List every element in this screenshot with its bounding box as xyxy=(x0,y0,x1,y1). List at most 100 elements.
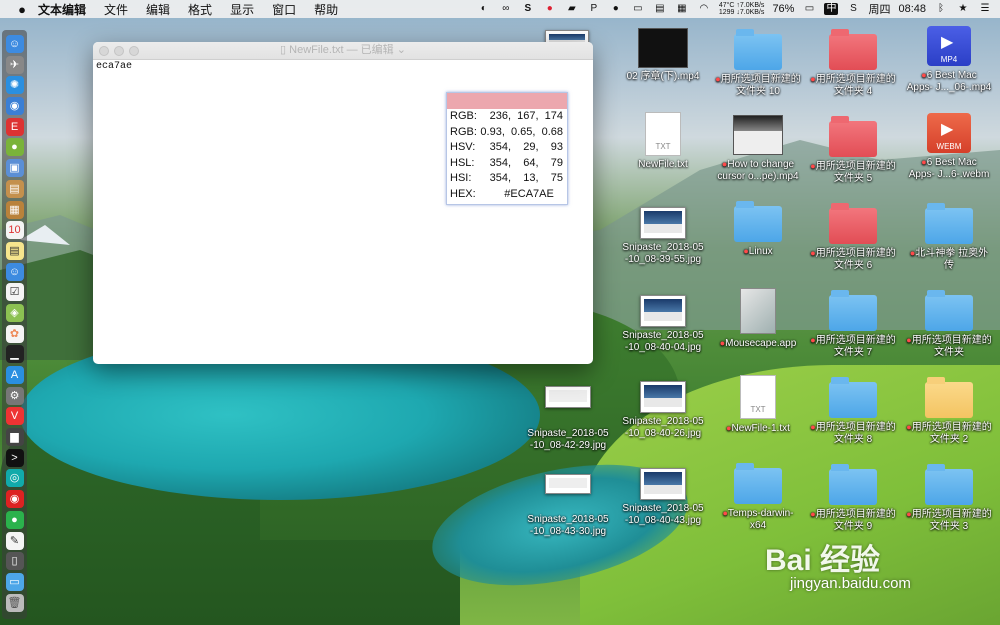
folder-icon xyxy=(925,377,973,418)
clock-day[interactable]: 周四 xyxy=(868,1,890,17)
glasses-icon[interactable]: ∞ xyxy=(499,3,513,15)
input-method[interactable]: 中 xyxy=(824,3,839,15)
contacts-icon[interactable]: ☺ xyxy=(5,262,24,281)
net-up: 7.0KB/s xyxy=(739,2,765,9)
rgb-row: RGB: 236, 167, 174 xyxy=(450,110,563,122)
desktop-icon-snipaste-4[interactable]: Snipaste_2018-05 -10_08-40-26.jpg xyxy=(618,381,708,440)
safari-icon[interactable]: ✺ xyxy=(5,76,24,95)
star-icon[interactable]: ★ xyxy=(956,3,970,15)
desktop-icon-best-mac-mp4[interactable]: ▶ MP4 ●6 Best Mac Apps- J..._06-.mp4 xyxy=(904,26,994,94)
desktop-icon-newfile-txt[interactable]: TXT NewFile.txt xyxy=(618,112,708,171)
list-icon[interactable]: ☰ xyxy=(978,3,992,15)
system-preferences-icon[interactable]: ⚙ xyxy=(5,386,24,405)
window-titlebar[interactable]: ▯ NewFile.txt — 已编辑 ⌄ xyxy=(93,42,593,60)
finder-icon[interactable]: ☺ xyxy=(5,35,24,53)
activity-monitor-icon[interactable]: ▁ xyxy=(5,345,24,364)
app-store-icon[interactable]: A xyxy=(5,366,24,384)
netease-music-icon[interactable]: ◉ xyxy=(5,490,24,509)
box-icon[interactable]: ▭ xyxy=(631,3,645,15)
desktop-icon-folder-4[interactable]: ●用所选项目新建的 文件夹 4 xyxy=(808,28,898,98)
message-icon[interactable]: ▰ xyxy=(565,3,579,15)
desktop-icon-snipaste-6[interactable]: Snipaste_2018-05 -10_08-40-43.jpg xyxy=(618,468,708,527)
menu-app-name[interactable]: 文本编辑 xyxy=(38,1,86,18)
menu-edit[interactable]: 编辑 xyxy=(146,1,170,18)
wifi-icon[interactable]: ◠ xyxy=(697,3,711,15)
minimize-button[interactable] xyxy=(114,46,124,56)
launchpad-icon[interactable]: ✈ xyxy=(5,55,24,74)
desktop-icon-mp4[interactable]: 02 序章(下).mp4 xyxy=(618,28,708,83)
color-picker-panel[interactable]: RGB: 236, 167, 174 RGB: 0.93, 0.65, 0.68 H… xyxy=(446,92,568,205)
desktop-icon-folder-2[interactable]: ●用所选项目新建的 文件夹 2 xyxy=(904,376,994,446)
archive-icon[interactable]: ▦ xyxy=(5,200,24,219)
terminal-icon[interactable]: > xyxy=(5,448,24,467)
desktop-icon-snipaste-5[interactable]: Snipaste_2018-05 -10_08-43-30.jpg xyxy=(523,474,613,538)
battery-icon[interactable]: ▭ xyxy=(802,3,816,15)
menu-help[interactable]: 帮助 xyxy=(314,1,338,18)
desktop-icon-best-mac-webm[interactable]: ▶ WEBM ●6 Best Mac Apps- J...6-.webm xyxy=(904,113,994,181)
baidu-watermark-url: jingyan.baidu.com xyxy=(790,575,911,592)
notes-app-icon[interactable]: ▤ xyxy=(5,179,24,198)
desktop-icon-snipaste-2[interactable]: Snipaste_2018-05 -10_08-40-04.jpg xyxy=(618,295,708,354)
close-button[interactable] xyxy=(99,46,109,56)
desktop-icon-folder-plain[interactable]: ●用所选项目新建的 文件夹 xyxy=(904,289,994,359)
battery-percent[interactable]: 76% xyxy=(772,3,794,15)
input-s-icon[interactable]: S xyxy=(846,3,860,15)
hsv-row: HSV: 354, 29, 93 xyxy=(450,141,563,153)
document-text[interactable]: eca7ae xyxy=(93,60,593,73)
trash-icon[interactable]: 🗑 xyxy=(5,593,24,612)
downloads-folder-icon[interactable]: ▭ xyxy=(5,572,24,591)
toggle-icon[interactable]: ◐ xyxy=(477,3,491,15)
desktop-icon-snipaste-3[interactable]: Snipaste_2018-05 -10_08-42-29.jpg xyxy=(523,386,613,452)
desktop-icon-folder-7[interactable]: ●用所选项目新建的 文件夹 7 xyxy=(808,289,898,359)
zoom-button[interactable] xyxy=(129,46,139,56)
system-stats[interactable]: 47°C ↑7.0KB/s 1299 ↓7.0KB/s xyxy=(719,2,765,16)
text-file-icon: TXT xyxy=(645,112,681,156)
p-app-icon[interactable]: P xyxy=(587,3,601,15)
photos-icon[interactable]: ✿ xyxy=(5,324,24,343)
desktop-icon-temps-darwin[interactable]: ●Temps-darwin-x64 xyxy=(713,462,803,532)
grid-icon[interactable]: ▦ xyxy=(675,3,689,15)
app-red-icon[interactable]: E xyxy=(5,117,24,136)
reminders-icon[interactable]: ☑ xyxy=(5,283,24,302)
desktop-icon-mousecape[interactable]: ●Mousecape.app xyxy=(713,288,803,350)
desktop-icon-folder-6[interactable]: ●用所选项目新建的 文件夹 6 xyxy=(808,202,898,272)
notes-icon[interactable]: ▤ xyxy=(5,241,24,260)
net-down: 7.0KB/s xyxy=(739,9,765,16)
menu-format[interactable]: 格式 xyxy=(188,1,212,18)
app-blue-icon[interactable]: ◉ xyxy=(5,97,24,116)
bluetooth-icon[interactable]: ᛒ xyxy=(934,3,948,15)
preview-icon[interactable]: ▣ xyxy=(5,159,24,178)
app-teal-icon[interactable]: ◎ xyxy=(5,469,24,488)
wechat-icon[interactable]: ● xyxy=(609,3,623,15)
desktop-icon-how-to-change[interactable]: ●How to change cursor o...pe).mp4 xyxy=(713,115,803,183)
menu-window[interactable]: 窗口 xyxy=(272,1,296,18)
app-badge-icon[interactable]: ● xyxy=(543,3,557,15)
clipboard-icon[interactable]: ▤ xyxy=(653,3,667,15)
desktop-icon-folder-9[interactable]: ●用所选项目新建的 文件夹 9 xyxy=(808,463,898,533)
desktop-icon-hokuto[interactable]: ●北斗神拳 拉奥外传 xyxy=(904,202,994,272)
iphone-icon[interactable]: ▯ xyxy=(5,552,24,571)
s-app-icon[interactable]: S xyxy=(521,3,535,15)
maps-icon[interactable]: ◈ xyxy=(5,303,24,322)
android-icon[interactable]: ● xyxy=(5,138,24,157)
apple-menu-icon[interactable]: ● xyxy=(14,2,30,17)
desktop-icon-linux[interactable]: ●Linux xyxy=(713,200,803,258)
hsl-row: HSL: 354, 64, 79 xyxy=(450,156,563,169)
desktop-icon-folder-10[interactable]: ●用所选项目新建的 文件夹 10 xyxy=(713,28,803,98)
app-dark-icon[interactable]: ▆ xyxy=(5,428,24,447)
vivaldi-icon[interactable]: V xyxy=(5,407,24,426)
desktop-icon-folder-5[interactable]: ●用所选项目新建的 文件夹 5 xyxy=(808,115,898,185)
desktop-icon-folder-8[interactable]: ●用所选项目新建的 文件夹 8 xyxy=(808,376,898,446)
edited-status[interactable]: — 已编辑 ⌄ xyxy=(344,44,406,56)
desktop-icon-newfile-1[interactable]: TXT ●NewFile-1.txt xyxy=(713,375,803,435)
desktop-icon-snipaste-1[interactable]: Snipaste_2018-05 -10_08-39-55.jpg xyxy=(618,207,708,266)
menu-file[interactable]: 文件 xyxy=(104,1,128,18)
menu-view[interactable]: 显示 xyxy=(230,1,254,18)
wechat-dock-icon[interactable]: ● xyxy=(5,510,24,529)
textedit-icon[interactable]: ✎ xyxy=(5,531,24,550)
desktop-icon-folder-3[interactable]: ●用所选项目新建的 文件夹 3 xyxy=(904,463,994,533)
calendar-icon[interactable]: 10 xyxy=(5,221,24,240)
clock-time[interactable]: 08:48 xyxy=(898,3,926,15)
folder-icon xyxy=(829,116,877,157)
hsi-row: HSI: 354, 13, 75 xyxy=(450,172,563,184)
